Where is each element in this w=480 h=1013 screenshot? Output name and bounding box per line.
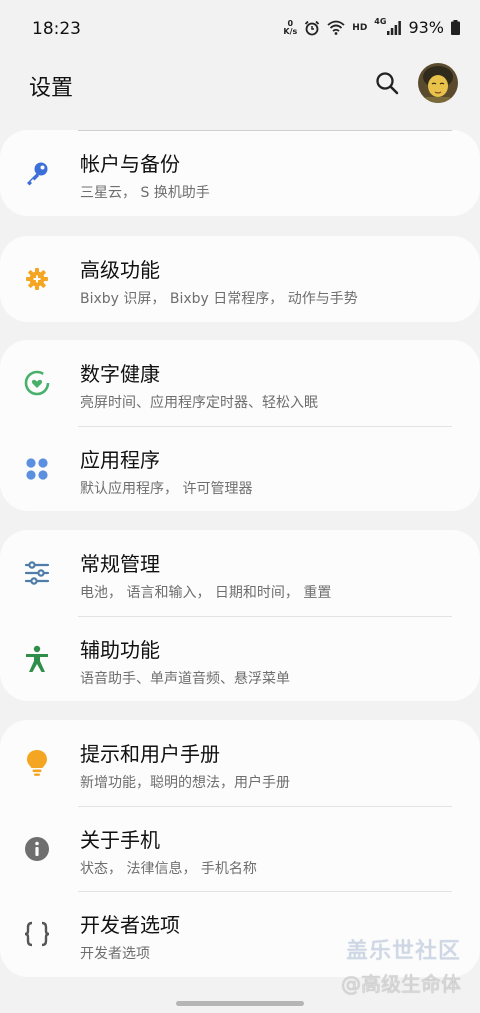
battery-percent: 93%: [408, 18, 444, 37]
setting-item-subtitle: 开发者选项: [80, 946, 150, 962]
setting-item-subtitle: 电池， 语言和输入， 日期和时间， 重置: [80, 585, 332, 601]
wifi-icon: [327, 20, 345, 35]
setting-item-subtitle: Bixby 识屏， Bixby 日常程序， 动作与手势: [80, 291, 358, 307]
setting-item-title: 关于手机: [80, 828, 160, 852]
gear-plus-icon: [22, 264, 52, 294]
setting-item-title: 提示和用户手册: [80, 742, 220, 766]
watermark-author: @高级生命体: [341, 972, 461, 996]
setting-item-subtitle: 新增功能，聪明的想法，用户手册: [80, 775, 290, 791]
setting-item-subtitle: 三星云， S 换机助手: [80, 185, 210, 201]
setting-item-title: 常规管理: [80, 552, 160, 576]
key-icon: [22, 158, 52, 188]
digital-wellbeing-icon: [22, 368, 52, 398]
setting-item-tips-manual[interactable]: 提示和用户手册 新增功能，聪明的想法，用户手册: [0, 720, 480, 805]
sliders-icon: [22, 558, 52, 588]
setting-item-apps[interactable]: 应用程序 默认应用程序， 许可管理器: [0, 426, 480, 511]
settings-card-general-accessibility: 常规管理 电池， 语言和输入， 日期和时间， 重置 辅助功能 语音助手、单声道音…: [0, 530, 480, 701]
setting-item-subtitle: 状态， 法律信息， 手机名称: [80, 861, 257, 877]
alarm-icon: [305, 20, 320, 35]
hd-indicator: HD: [352, 22, 368, 33]
setting-item-accessibility[interactable]: 辅助功能 语音助手、单声道音频、悬浮菜单: [0, 616, 480, 701]
setting-item-digital-wellbeing[interactable]: 数字健康 亮屏时间、应用程序定时器、轻松入眠: [0, 340, 480, 425]
settings-card-accounts: 帐户与备份 三星云， S 换机助手: [0, 130, 480, 216]
net-speed-unit: K/s: [283, 26, 298, 36]
search-icon[interactable]: [374, 70, 400, 96]
setting-item-title: 开发者选项: [80, 913, 180, 937]
status-icons: 0 K/s HD 4G 93%: [283, 17, 460, 37]
info-icon: [22, 834, 52, 864]
setting-item-title: 应用程序: [80, 448, 160, 472]
setting-item-subtitle: 亮屏时间、应用程序定时器、轻松入眠: [80, 395, 318, 411]
setting-item-title: 帐户与备份: [80, 152, 180, 176]
accessibility-icon: [22, 644, 52, 674]
setting-item-title: 高级功能: [80, 258, 160, 282]
setting-item-general-management[interactable]: 常规管理 电池， 语言和输入， 日期和时间， 重置: [0, 530, 480, 615]
apps-grid-icon: [22, 454, 52, 484]
setting-item-subtitle: 语音助手、单声道音频、悬浮菜单: [80, 671, 290, 687]
setting-item-about-phone[interactable]: 关于手机 状态， 法律信息， 手机名称: [0, 806, 480, 891]
braces-icon: [22, 919, 52, 949]
home-gesture-handle[interactable]: [176, 1001, 304, 1006]
app-header: 设置: [0, 60, 480, 120]
setting-item-title: 辅助功能: [80, 638, 160, 662]
avatar[interactable]: [418, 63, 458, 103]
settings-card-advanced: 高级功能 Bixby 识屏， Bixby 日常程序， 动作与手势: [0, 236, 480, 322]
network-type-label: 4G: [374, 17, 387, 26]
signal-icon: [387, 20, 402, 35]
setting-item-subtitle: 默认应用程序， 许可管理器: [80, 481, 253, 497]
settings-card-wellbeing-apps: 数字健康 亮屏时间、应用程序定时器、轻松入眠 应用程序 默认应用程序， 许可管理…: [0, 340, 480, 511]
watermark-community: 盖乐世社区: [346, 939, 462, 964]
avatar-image: [418, 63, 458, 103]
setting-item-title: 数字健康: [80, 362, 160, 386]
status-bar: 18:23 0 K/s HD 4G 93%: [0, 0, 480, 60]
page-title: 设置: [29, 76, 74, 101]
setting-item-advanced-features[interactable]: 高级功能 Bixby 识屏， Bixby 日常程序， 动作与手势: [0, 236, 480, 321]
lightbulb-icon: [22, 748, 52, 778]
status-time: 18:23: [32, 19, 81, 39]
setting-item-accounts-backup[interactable]: 帐户与备份 三星云， S 换机助手: [0, 130, 480, 215]
battery-icon: [451, 20, 460, 35]
net-speed-indicator: 0 K/s: [283, 19, 298, 36]
